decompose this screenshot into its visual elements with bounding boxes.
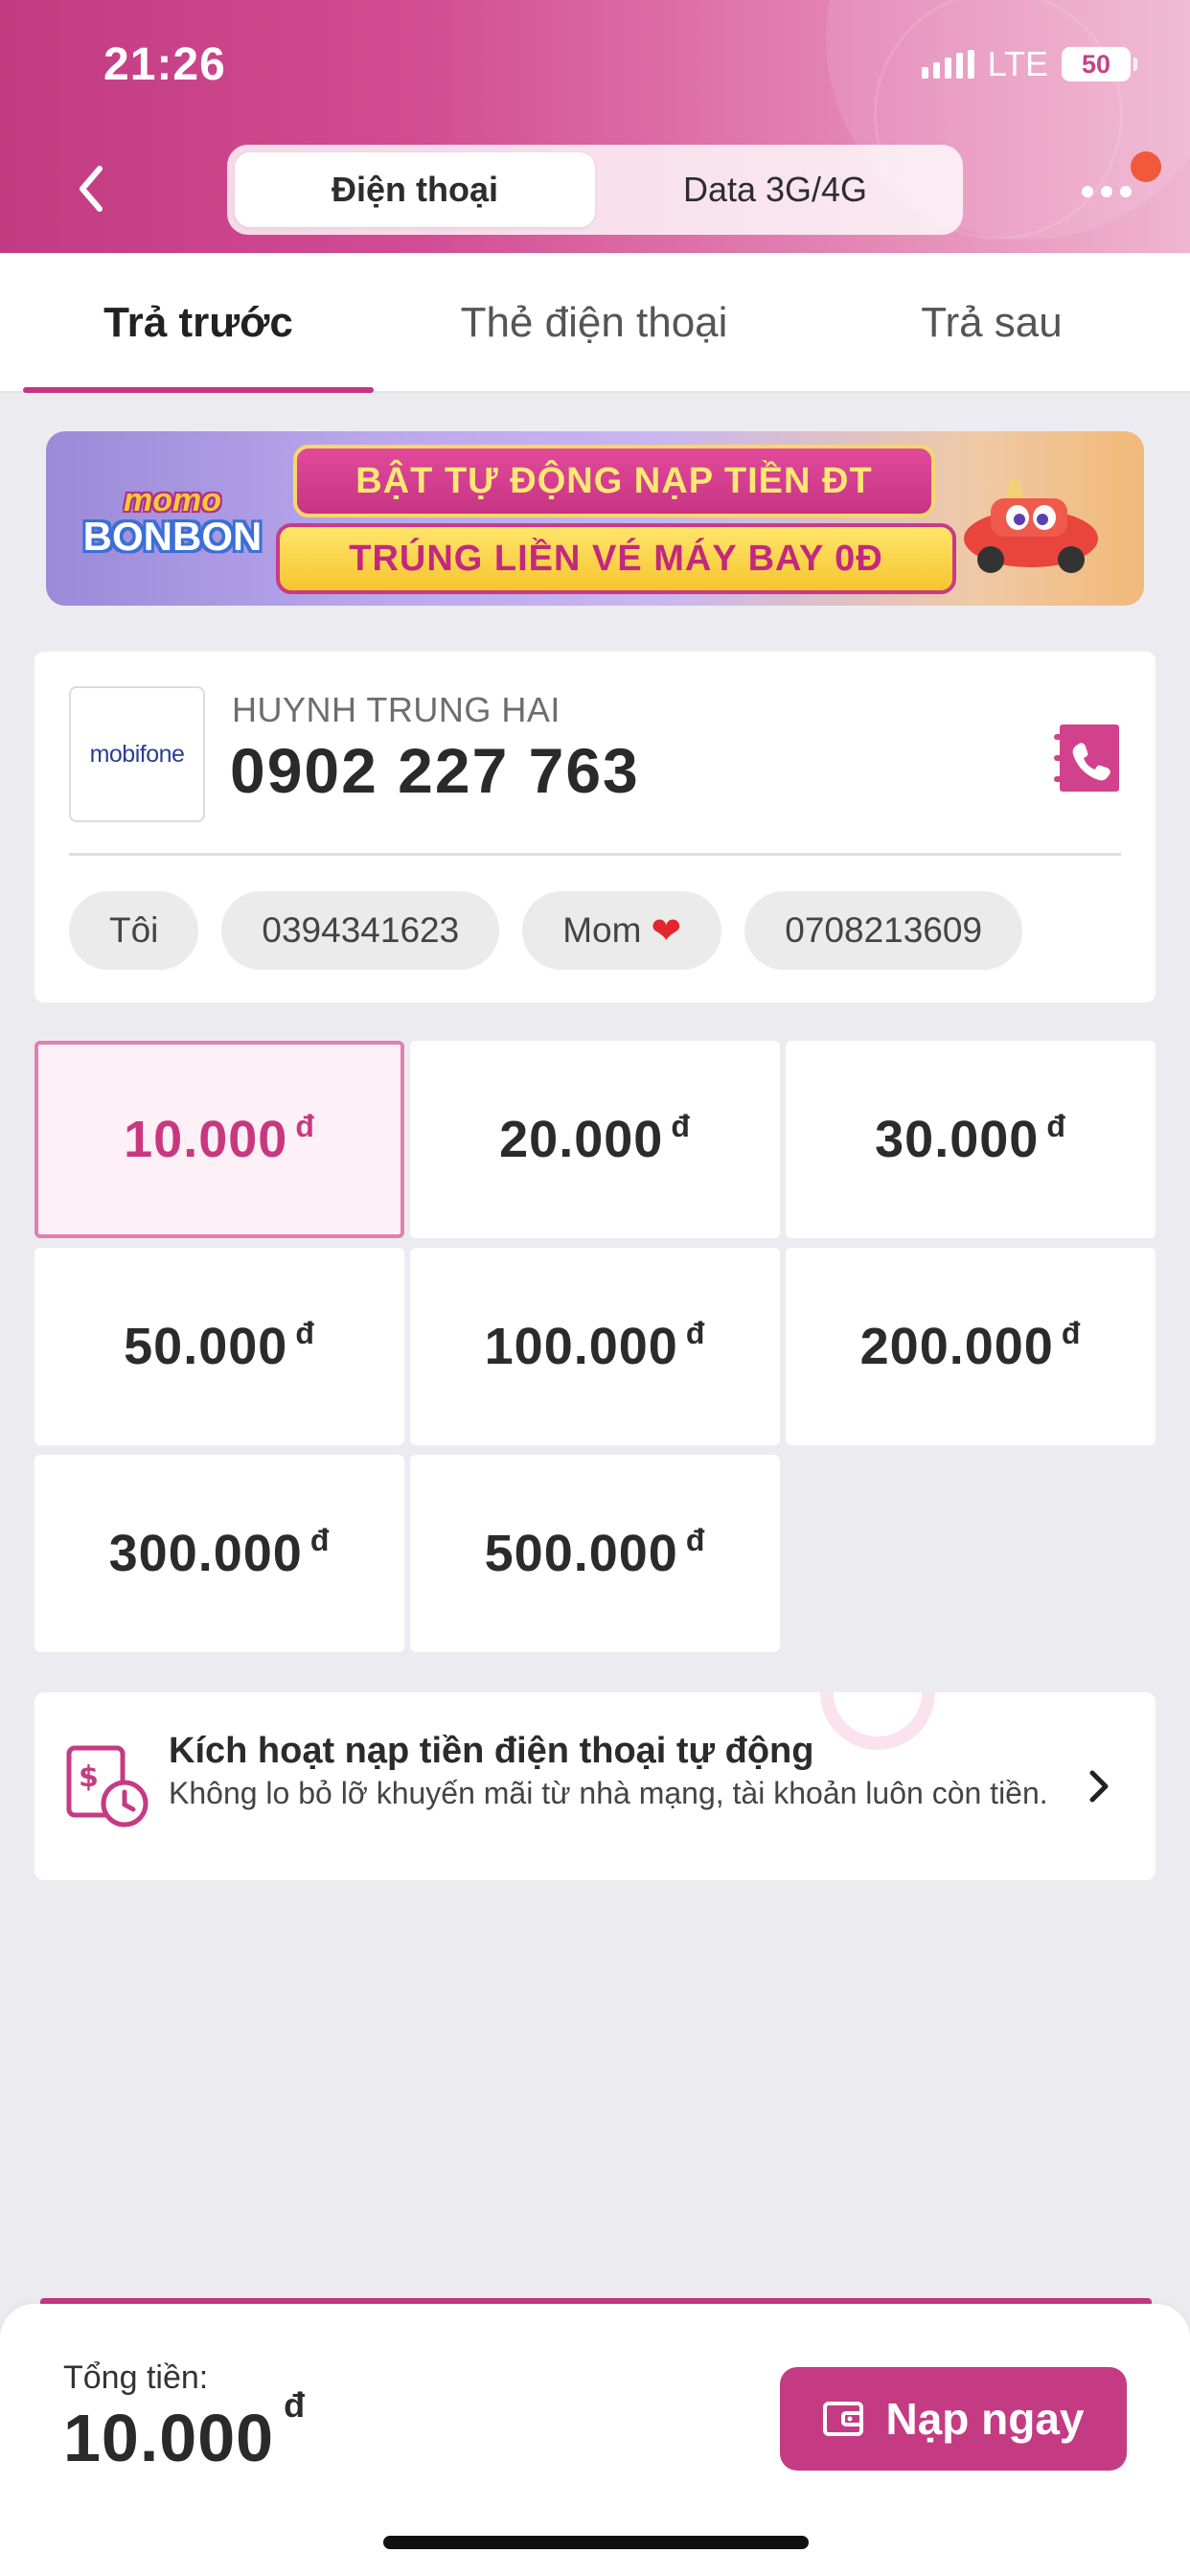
signal-icon <box>921 50 974 79</box>
amount-option[interactable]: 30.000 đ <box>786 1041 1156 1238</box>
bonbon-logo: momo BONBON <box>82 481 263 559</box>
card-decoration <box>820 1692 935 1750</box>
owner-name: HUYNH TRUNG HAI <box>232 690 561 729</box>
car-mascot-icon <box>964 479 1098 573</box>
tab-postpaid[interactable]: Trả sau <box>843 253 1140 393</box>
contact-chip-mom[interactable]: Mom ❤ <box>522 891 722 970</box>
tab-prepaid[interactable]: Trả trước <box>23 253 374 393</box>
contact-chip[interactable]: 0708213609 <box>744 891 1023 970</box>
phone-number-card: mobifone HUYNH TRUNG HAI 0902 227 763 Tô… <box>34 652 1156 1002</box>
heart-icon: ❤ <box>651 910 682 952</box>
more-button[interactable] <box>1073 172 1140 211</box>
amount-option[interactable]: 20.000 đ <box>410 1041 780 1238</box>
chevron-right-icon <box>1089 1770 1109 1803</box>
status-time: 21:26 <box>103 39 226 90</box>
contact-chip-me[interactable]: Tôi <box>69 891 199 970</box>
carrier-logo: mobifone <box>69 686 205 822</box>
total-amount: 10.000 đ <box>63 2384 307 2475</box>
active-tab-indicator <box>23 387 374 393</box>
promo-banner[interactable]: momo BONBON BẬT TỰ ĐỘNG NẠP TIỀN ĐT TRÚN… <box>46 431 1144 606</box>
divider <box>69 853 1121 856</box>
tab-bar: Trả trước Thẻ điện thoại Trả sau <box>0 253 1190 393</box>
status-bar-icons: LTE 50 <box>921 44 1137 84</box>
total-label: Tổng tiền: <box>63 2359 209 2396</box>
contacts-book-icon[interactable] <box>1054 723 1119 794</box>
amount-option[interactable]: 200.000 đ <box>786 1248 1156 1445</box>
phone-number-input[interactable]: 0902 227 763 <box>230 734 640 807</box>
amount-option[interactable]: 500.000 đ <box>410 1455 780 1652</box>
scheduled-payment-icon: $ <box>66 1745 149 1828</box>
battery-icon: 50 <box>1062 47 1137 81</box>
amount-option-selected[interactable]: 10.000 đ <box>34 1041 404 1238</box>
notification-dot <box>1131 151 1161 182</box>
banner-headline: BẬT TỰ ĐỘNG NẠP TIỀN ĐT <box>293 445 935 518</box>
tab-phone-card[interactable]: Thẻ điện thoại <box>402 253 786 393</box>
home-indicator[interactable] <box>383 2536 809 2549</box>
svg-text:$: $ <box>79 1760 99 1794</box>
segment-phone[interactable]: Điện thoại <box>235 152 595 227</box>
recent-contacts: Tôi 0394341623 Mom ❤ 0708213609 <box>69 891 1023 970</box>
contact-chip[interactable]: 0394341623 <box>221 891 500 970</box>
amount-option[interactable]: 50.000 đ <box>34 1248 404 1445</box>
amount-option[interactable]: 100.000 đ <box>410 1248 780 1445</box>
amount-option[interactable]: 300.000 đ <box>34 1455 404 1652</box>
topup-now-button[interactable]: Nạp ngay <box>780 2367 1127 2471</box>
wallet-icon <box>823 2402 864 2436</box>
auto-topup-title: Kích hoạt nạp tiền điện thoại tự động <box>169 1731 814 1771</box>
network-type: LTE <box>987 44 1048 83</box>
banner-subheadline: TRÚNG LIỀN VÉ MÁY BAY 0Đ <box>276 523 956 594</box>
auto-topup-card[interactable]: $ Kích hoạt nạp tiền điện thoại tự động … <box>34 1692 1156 1880</box>
chevron-left-icon <box>80 166 103 212</box>
segment-data[interactable]: Data 3G/4G <box>595 152 955 227</box>
back-button[interactable] <box>67 163 115 215</box>
category-switch: Điện thoại Data 3G/4G <box>227 145 963 235</box>
auto-topup-description: Không lo bỏ lỡ khuyến mãi từ nhà mạng, t… <box>169 1776 1048 1810</box>
more-horizontal-icon <box>1082 186 1093 197</box>
app-header: 21:26 LTE 50 Điện thoại Data 3G/4G <box>0 0 1190 253</box>
